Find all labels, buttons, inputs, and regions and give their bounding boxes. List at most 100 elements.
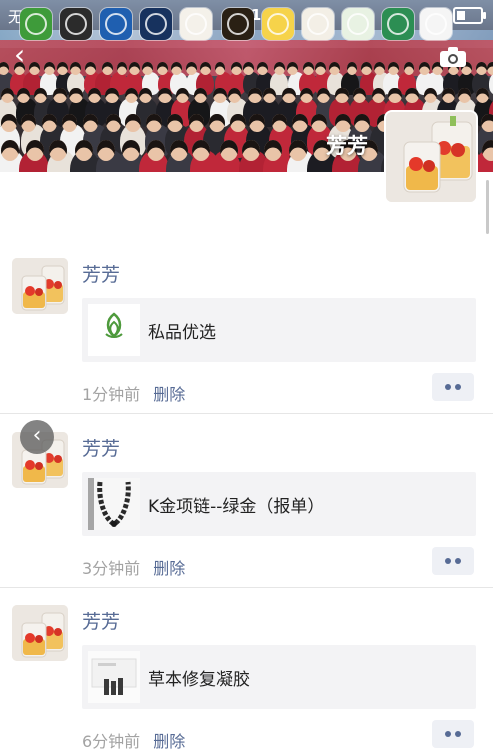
post-divider bbox=[0, 413, 493, 414]
crowd-head bbox=[53, 88, 67, 104]
crowd-head bbox=[102, 62, 114, 75]
green-plant-logo-icon[interactable] bbox=[342, 8, 374, 40]
crowd-head bbox=[361, 62, 372, 75]
shared-link-card[interactable]: 私品优选 bbox=[82, 298, 476, 362]
crowd-head bbox=[241, 140, 260, 161]
camera-icon[interactable] bbox=[439, 46, 467, 68]
shared-link-card[interactable]: 草本修复凝胶 bbox=[82, 645, 476, 709]
black-square-logo-icon[interactable] bbox=[60, 8, 92, 40]
white-round-badge-logo-icon[interactable] bbox=[180, 8, 212, 40]
crowd-head bbox=[209, 114, 225, 133]
sun-landscape-logo-icon[interactable] bbox=[262, 8, 294, 40]
post-author[interactable]: 芳芳 bbox=[82, 434, 120, 461]
profile-name: 芳芳 bbox=[326, 134, 368, 158]
link-title: 草本修复凝胶 bbox=[148, 670, 250, 690]
scroll-indicator[interactable] bbox=[486, 180, 489, 234]
crowd-head bbox=[371, 88, 385, 104]
post-time: 1分钟前 bbox=[82, 385, 141, 404]
post-author[interactable]: 芳芳 bbox=[82, 607, 120, 634]
dot-icon bbox=[455, 384, 461, 390]
crowd-head bbox=[387, 62, 399, 75]
shared-link-card[interactable]: K金项链--绿金（报单） bbox=[82, 472, 476, 536]
crowd-head bbox=[87, 88, 101, 104]
app-shortcut-row bbox=[0, 8, 493, 42]
post-time: 6分钟前 bbox=[82, 732, 141, 751]
red-ring-seal-logo-icon[interactable] bbox=[302, 8, 334, 40]
post-meta: 1分钟前 删除 bbox=[82, 381, 185, 405]
post-avatar[interactable] bbox=[12, 258, 68, 314]
crowd-head bbox=[403, 62, 415, 75]
crowd-head bbox=[116, 62, 128, 75]
crowd-head bbox=[335, 88, 349, 104]
crowd-head bbox=[315, 62, 327, 75]
delete-button[interactable]: 删除 bbox=[153, 385, 185, 404]
crowd-head bbox=[57, 62, 68, 75]
crowd-head bbox=[249, 114, 265, 133]
dot-icon bbox=[445, 384, 451, 390]
delete-button[interactable]: 删除 bbox=[153, 559, 185, 578]
crowd-head bbox=[213, 88, 227, 104]
crowd-head bbox=[82, 114, 99, 133]
crowd-head bbox=[288, 140, 307, 161]
crowd-head bbox=[125, 114, 141, 133]
green-leaf-logo-icon[interactable] bbox=[20, 8, 52, 40]
crowd-head bbox=[481, 114, 493, 133]
crowd-head bbox=[374, 62, 385, 75]
crowd-head bbox=[146, 114, 162, 133]
dot-icon bbox=[445, 731, 451, 737]
strawberry-cups-image bbox=[386, 112, 476, 202]
floating-back-button[interactable]: ‹ bbox=[20, 420, 54, 454]
link-title: K金项链--绿金（报单） bbox=[148, 497, 325, 517]
crowd-head bbox=[84, 62, 96, 75]
blue-swirl-logo-icon[interactable] bbox=[100, 8, 132, 40]
post-meta: 3分钟前 删除 bbox=[82, 555, 185, 579]
crowd-head bbox=[487, 62, 493, 75]
crowd-head bbox=[256, 62, 268, 75]
dot-icon bbox=[455, 558, 461, 564]
crowd-head bbox=[158, 88, 172, 104]
gold-round-badge-logo-icon[interactable] bbox=[222, 8, 254, 40]
bx-green-logo-icon[interactable] bbox=[382, 8, 414, 40]
crowd-head bbox=[186, 62, 197, 75]
dot-icon bbox=[455, 731, 461, 737]
crowd-head bbox=[1, 114, 17, 133]
crowd-head bbox=[43, 62, 55, 75]
crowd-head bbox=[171, 62, 182, 75]
link-title: 私品优选 bbox=[148, 323, 216, 343]
crowd-head bbox=[287, 62, 299, 75]
post-meta: 6分钟前 删除 bbox=[82, 728, 185, 752]
crowd-head bbox=[231, 62, 242, 75]
dot-icon bbox=[445, 558, 451, 564]
post-author[interactable]: 芳芳 bbox=[82, 260, 120, 287]
crowd-head bbox=[170, 140, 189, 161]
post-time: 3分钟前 bbox=[82, 559, 141, 578]
red-heart-logo-icon[interactable] bbox=[420, 8, 452, 40]
strawberry-cups-image bbox=[12, 605, 68, 661]
crowd-head bbox=[200, 62, 211, 75]
strawberry-cups-image bbox=[12, 258, 68, 314]
more-options-button[interactable] bbox=[432, 547, 474, 575]
crowd-head bbox=[166, 114, 183, 133]
crowd-head bbox=[69, 88, 83, 104]
dark-blue-circle-logo-icon[interactable] bbox=[140, 8, 172, 40]
crowd-head bbox=[248, 88, 262, 104]
crowd-head bbox=[142, 62, 154, 75]
back-arrow-icon[interactable]: ‹ bbox=[14, 41, 36, 69]
crowd-head bbox=[329, 62, 341, 75]
necklace-icon bbox=[88, 478, 140, 530]
crowd-head bbox=[282, 88, 296, 104]
crowd-head bbox=[303, 62, 315, 75]
more-options-button[interactable] bbox=[432, 720, 474, 748]
crowd-head bbox=[0, 62, 9, 75]
post-divider bbox=[0, 587, 493, 588]
delete-button[interactable]: 删除 bbox=[153, 732, 185, 751]
crowd-head bbox=[49, 140, 68, 161]
crowd-head bbox=[311, 114, 327, 133]
post-avatar[interactable] bbox=[12, 605, 68, 661]
profile-avatar[interactable] bbox=[384, 110, 478, 204]
crowd-head bbox=[292, 114, 308, 133]
more-options-button[interactable] bbox=[432, 373, 474, 401]
link-thumbnail bbox=[88, 478, 140, 530]
crowd-head bbox=[214, 62, 226, 75]
crowd-head bbox=[457, 88, 471, 104]
